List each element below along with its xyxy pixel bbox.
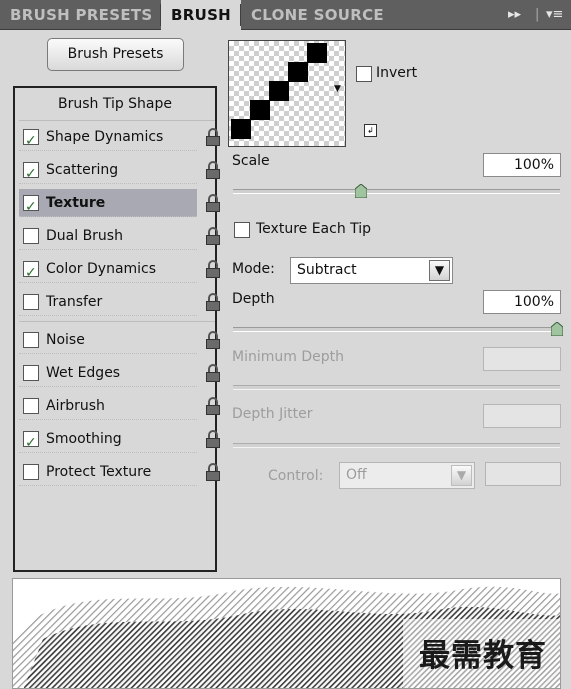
option-shape-dynamics[interactable]: ✓ Shape Dynamics: [19, 123, 197, 151]
option-scattering[interactable]: ✓ Scattering: [19, 156, 197, 184]
lock-icon[interactable]: [205, 227, 221, 245]
mode-select-value: Subtract: [297, 262, 357, 278]
pattern-square: [307, 43, 327, 63]
option-label: Shape Dynamics: [46, 129, 164, 145]
pattern-square: [269, 81, 289, 101]
tab-brush[interactable]: BRUSH: [161, 0, 242, 31]
option-smoothing[interactable]: ✓ Smoothing: [19, 425, 197, 453]
scale-slider-track[interactable]: [233, 189, 560, 194]
scale-slider-thumb[interactable]: [355, 184, 367, 198]
control-label: Control:: [268, 468, 324, 484]
tab-clone-source[interactable]: CLONE SOURCE: [241, 0, 394, 30]
mode-label: Mode:: [232, 261, 275, 277]
option-label: Transfer: [46, 294, 103, 310]
transfer-checkbox[interactable]: [23, 294, 39, 310]
option-wet-edges[interactable]: Wet Edges: [19, 359, 197, 387]
option-transfer[interactable]: Transfer: [19, 288, 197, 316]
depth-jitter-slider-track: [233, 443, 560, 448]
check-icon: ✓: [25, 133, 37, 149]
lock-icon[interactable]: [205, 128, 221, 146]
option-label: Scattering: [46, 162, 119, 178]
tab-brush-presets[interactable]: BRUSH PRESETS: [0, 0, 163, 30]
lock-icon[interactable]: [205, 463, 221, 481]
check-icon: ✓: [25, 199, 37, 215]
option-texture[interactable]: ✓ Texture: [19, 189, 197, 217]
mode-select[interactable]: Subtract ▼: [290, 257, 453, 284]
option-dual-brush[interactable]: Dual Brush: [19, 222, 197, 250]
lock-icon[interactable]: [205, 364, 221, 382]
option-label: Dual Brush: [46, 228, 123, 244]
option-label: Protect Texture: [46, 464, 152, 480]
minimum-depth-label: Minimum Depth: [232, 349, 344, 365]
dual-brush-checkbox[interactable]: [23, 228, 39, 244]
brush-tip-shape-item[interactable]: Brush Tip Shape: [15, 88, 215, 120]
control-amount-field: [485, 462, 561, 486]
depth-slider-thumb[interactable]: [551, 322, 563, 336]
lock-icon[interactable]: [205, 293, 221, 311]
collapse-panel-icon[interactable]: ▸▸: [508, 0, 521, 30]
option-airbrush[interactable]: Airbrush: [19, 392, 197, 420]
scale-label: Scale: [232, 153, 270, 169]
minimum-depth-slider-track: [233, 385, 560, 390]
chevron-down-icon: ▼: [451, 465, 472, 486]
invert-checkbox[interactable]: [356, 66, 372, 82]
depth-jitter-label: Depth Jitter: [232, 406, 313, 422]
check-icon: ✓: [25, 265, 37, 281]
minimum-depth-field: [483, 347, 561, 371]
lock-icon[interactable]: [205, 430, 221, 448]
pattern-square: [231, 119, 251, 139]
new-preset-from-pattern-icon[interactable]: ↲: [364, 124, 377, 137]
check-icon: ✓: [25, 166, 37, 182]
option-protect-texture[interactable]: Protect Texture: [19, 458, 197, 486]
list-divider: [19, 321, 215, 322]
panel-menu-icon[interactable]: ▾≡: [546, 0, 563, 30]
texture-each-tip-checkbox[interactable]: [234, 222, 250, 238]
smoothing-checkbox[interactable]: ✓: [23, 431, 39, 451]
panel-tab-bar: BRUSH PRESETS BRUSH CLONE SOURCE ▸▸ | ▾≡: [0, 0, 571, 31]
depth-slider-track[interactable]: [233, 327, 560, 332]
chevron-down-icon[interactable]: ▼: [429, 260, 450, 281]
option-label: Airbrush: [46, 398, 105, 414]
depth-field[interactable]: 100%: [483, 290, 561, 314]
list-divider: [19, 120, 215, 121]
depth-jitter-field: [483, 404, 561, 428]
option-color-dynamics[interactable]: ✓ Color Dynamics: [19, 255, 197, 283]
wet-edges-checkbox[interactable]: [23, 365, 39, 381]
check-icon: ✓: [25, 435, 37, 451]
scale-field[interactable]: 100%: [483, 153, 561, 177]
shape-dynamics-checkbox[interactable]: ✓: [23, 129, 39, 149]
option-label: Noise: [46, 332, 85, 348]
option-label: Color Dynamics: [46, 261, 157, 277]
texture-checkbox[interactable]: ✓: [23, 195, 39, 215]
option-label: Wet Edges: [46, 365, 121, 381]
pattern-square: [288, 62, 308, 82]
invert-label: Invert: [376, 65, 418, 81]
lock-icon[interactable]: [205, 397, 221, 415]
protect-texture-checkbox[interactable]: [23, 464, 39, 480]
lock-icon[interactable]: [205, 331, 221, 349]
tabbar-divider-icon: |: [535, 7, 540, 22]
texture-pattern-swatch[interactable]: [228, 40, 346, 147]
brush-options-list: Brush Tip Shape ✓ Shape Dynamics ✓ Scatt…: [13, 86, 220, 572]
lock-icon[interactable]: [205, 194, 221, 212]
lock-icon[interactable]: [205, 161, 221, 179]
lock-icon[interactable]: [205, 260, 221, 278]
texture-each-tip-label: Texture Each Tip: [256, 221, 372, 237]
option-label: Texture: [46, 195, 106, 211]
airbrush-checkbox[interactable]: [23, 398, 39, 414]
depth-label: Depth: [232, 291, 275, 307]
brush-presets-button[interactable]: Brush Presets: [47, 38, 184, 71]
watermark-logo: 最需教育: [419, 638, 547, 674]
scattering-checkbox[interactable]: ✓: [23, 162, 39, 182]
option-noise[interactable]: Noise: [19, 326, 197, 354]
pattern-picker-arrow-icon[interactable]: ▼: [334, 84, 341, 94]
pattern-square: [250, 100, 270, 120]
option-label: Smoothing: [46, 431, 122, 447]
control-select-value: Off: [346, 467, 367, 483]
noise-checkbox[interactable]: [23, 332, 39, 348]
color-dynamics-checkbox[interactable]: ✓: [23, 261, 39, 281]
control-select: Off ▼: [339, 462, 475, 489]
